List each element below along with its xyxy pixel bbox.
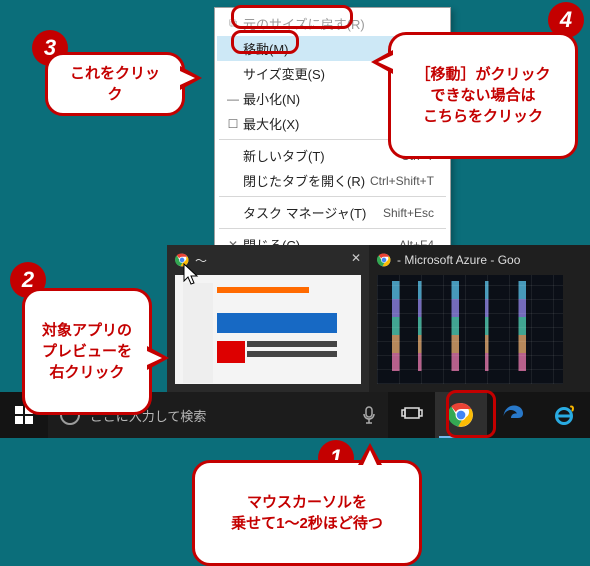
callout-3: これをクリック	[45, 52, 185, 116]
thumbnail-item[interactable]: - Microsoft Azure - Goo	[369, 245, 571, 392]
callout-4: ［移動］がクリック できない場合は こちらをクリック	[388, 32, 578, 159]
menu-separator	[219, 196, 446, 197]
ie-icon	[552, 403, 576, 427]
callout-text: ［移動］がクリック できない場合は こちらをクリック	[415, 66, 550, 125]
menu-label: 新しいタブ(T)	[243, 146, 401, 165]
menu-shortcut: Ctrl+Shift+T	[370, 174, 434, 188]
thumbnail-title: - Microsoft Azure - Goo	[397, 253, 520, 267]
taskbar-thumbnails: ～ ✕ - Microsoft Azure - Goo	[167, 245, 590, 392]
taskbar-app-edge[interactable]	[487, 392, 539, 438]
maximize-icon: ☐	[223, 117, 243, 131]
edge-icon	[501, 403, 525, 427]
menu-reopen-tab[interactable]: 閉じたタブを開く(R) Ctrl+Shift+T	[217, 168, 448, 193]
menu-task-manager[interactable]: タスク マネージャ(T) Shift+Esc	[217, 200, 448, 225]
menu-label: タスク マネージャ(T)	[243, 203, 383, 222]
thumbnail-preview	[175, 275, 361, 384]
thumbnail-close-icon[interactable]: ✕	[351, 251, 361, 265]
chrome-icon	[448, 402, 474, 428]
menu-separator	[219, 228, 446, 229]
task-view-icon	[401, 407, 423, 423]
chrome-icon	[377, 253, 391, 267]
callout-text: 対象アプリの プレビューを 右クリック	[42, 322, 132, 381]
task-view-button[interactable]	[388, 392, 436, 438]
taskbar-app-ie[interactable]	[538, 392, 590, 438]
thumbnail-preview	[377, 275, 563, 384]
menu-label: 元のサイズに戻す(R)	[243, 14, 434, 33]
restore-icon: ⧉	[223, 16, 243, 31]
callout-text: これをクリック	[70, 65, 160, 103]
menu-shortcut: Shift+Esc	[383, 206, 434, 220]
minimize-icon: —	[223, 92, 243, 106]
taskbar-app-chrome[interactable]	[435, 392, 487, 438]
callout-2: 対象アプリの プレビューを 右クリック	[22, 288, 152, 415]
mic-icon[interactable]	[362, 406, 376, 424]
menu-label: 閉じたタブを開く(R)	[243, 171, 370, 190]
callout-1: マウスカーソルを 乗せて1～2秒ほど待つ	[192, 460, 422, 566]
cursor-icon	[183, 263, 201, 285]
callout-text: マウスカーソルを 乗せて1～2秒ほど待つ	[231, 494, 383, 532]
